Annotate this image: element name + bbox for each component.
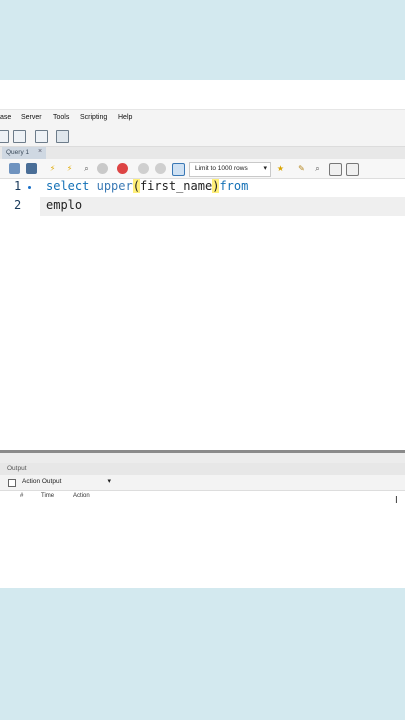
- column-arg: first_name: [139, 179, 213, 193]
- invisible-chars-icon[interactable]: [329, 163, 342, 176]
- menu-bar: ase Server Tools Scripting Help: [0, 110, 405, 126]
- splitter-area: [0, 453, 405, 463]
- line-number-1: 1: [14, 179, 22, 193]
- menu-server[interactable]: Server: [21, 114, 42, 121]
- tab-query-1[interactable]: Query 1 ×: [2, 147, 46, 159]
- find-icon[interactable]: ⌕: [312, 163, 323, 174]
- favorite-star-icon[interactable]: ★: [275, 163, 286, 174]
- open-folder-icon[interactable]: [9, 163, 20, 174]
- line-number-2: 2: [14, 198, 22, 212]
- copy-icon[interactable]: [8, 479, 16, 487]
- execute-lightning-icon[interactable]: ⚡: [47, 163, 58, 174]
- limit-rows-label: Limit to 1000 rows: [195, 165, 248, 172]
- explain-magnifier-icon[interactable]: ⌕: [81, 163, 92, 174]
- close-tab-icon[interactable]: ×: [38, 148, 42, 155]
- keyword-select: select: [46, 179, 90, 193]
- rollback-icon[interactable]: [155, 163, 166, 174]
- save-icon[interactable]: [26, 163, 37, 174]
- keyword-from: from: [219, 179, 249, 193]
- sql-editor[interactable]: 1 2 select upper(first_name)from emplo I: [0, 179, 405, 506]
- output-panel-header: Output: [0, 463, 405, 475]
- open-paren: (: [132, 179, 140, 193]
- manage-connections-icon[interactable]: [0, 130, 9, 143]
- execute-current-icon[interactable]: ⚡: [64, 163, 75, 174]
- reconnect-icon[interactable]: [56, 130, 69, 143]
- output-type-label: Action Output: [22, 478, 62, 485]
- toggle-error-icon[interactable]: [117, 163, 128, 174]
- inspector-icon[interactable]: [35, 130, 48, 143]
- column-header-action[interactable]: Action: [73, 493, 90, 499]
- menu-database[interactable]: ase: [0, 114, 11, 121]
- current-line-highlight: [40, 197, 405, 216]
- menu-scripting[interactable]: Scripting: [80, 114, 107, 121]
- chevron-down-icon: ▾: [107, 478, 111, 485]
- code-line-1[interactable]: select upper(first_name)from: [46, 179, 248, 193]
- output-title: Output: [7, 465, 27, 472]
- function-upper: upper: [96, 179, 133, 193]
- workbench-window: ase Server Tools Scripting Help Query 1 …: [0, 80, 405, 588]
- output-type-select[interactable]: Action Output ▾: [20, 477, 113, 488]
- menu-help[interactable]: Help: [118, 114, 132, 121]
- commit-icon[interactable]: [138, 163, 149, 174]
- line-gutter: 1 2: [0, 179, 38, 450]
- beautify-brush-icon[interactable]: ✎: [296, 163, 307, 174]
- autocommit-icon[interactable]: [172, 163, 185, 176]
- limit-rows-select[interactable]: Limit to 1000 rows ▾: [189, 162, 271, 177]
- chevron-down-icon: ▾: [263, 165, 267, 172]
- main-toolbar: [0, 126, 405, 147]
- query-tab-row: Query 1 ×: [0, 147, 405, 159]
- tab-query-1-label: Query 1: [6, 149, 30, 156]
- output-toolbar: Action Output ▾: [0, 475, 405, 491]
- menu-tools[interactable]: Tools: [53, 114, 69, 121]
- query-toolbar: ⚡ ⚡ ⌕ Limit to 1000 rows ▾ ★ ✎ ⌕: [0, 159, 405, 179]
- word-wrap-icon[interactable]: [346, 163, 359, 176]
- new-sql-tab-icon[interactable]: [13, 130, 26, 143]
- output-table-header: # Time Action: [0, 491, 405, 503]
- column-header-time[interactable]: Time: [41, 493, 54, 499]
- output-table-body: [0, 503, 405, 588]
- column-header-number[interactable]: #: [20, 493, 23, 499]
- code-line-2[interactable]: emplo: [46, 198, 82, 212]
- title-bar: [0, 80, 405, 110]
- statement-marker-icon: [28, 186, 31, 189]
- stop-icon[interactable]: [97, 163, 108, 174]
